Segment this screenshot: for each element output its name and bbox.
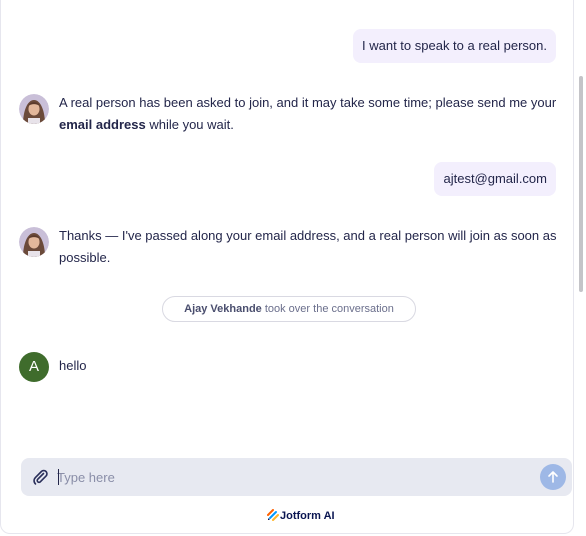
send-button[interactable] <box>540 464 566 490</box>
arrow-up-icon <box>548 471 558 483</box>
agent-message: hello <box>59 355 569 377</box>
scrollbar[interactable] <box>576 0 586 536</box>
bot-message: A real person has been asked to join, an… <box>59 92 569 136</box>
user-message-bubble: I want to speak to a real person. <box>353 29 556 63</box>
bot-message: Thanks — I've passed along your email ad… <box>59 225 569 269</box>
jotform-logo <box>267 509 279 521</box>
message-composer <box>21 458 572 496</box>
bot-message-text: Thanks — I've passed along your email ad… <box>59 228 557 265</box>
bot-message-text-end: while you wait. <box>145 117 234 132</box>
bot-avatar-photo <box>19 227 49 257</box>
paperclip-icon[interactable] <box>31 468 49 486</box>
user-message-text: I want to speak to a real person. <box>362 38 547 53</box>
bot-message-bold-text: email address <box>59 117 146 132</box>
user-message-bubble: ajtest@gmail.com <box>434 162 556 196</box>
bot-message-text: A real person has been asked to join, an… <box>59 95 557 110</box>
agent-message-text: hello <box>59 358 87 373</box>
agent-avatar: A <box>19 352 49 382</box>
agent-name: Ajay Vekhande <box>184 303 262 315</box>
bot-avatar <box>19 94 49 124</box>
bot-avatar <box>19 227 49 257</box>
message-input[interactable] <box>57 464 527 490</box>
bot-avatar-photo <box>19 94 49 124</box>
text-caret <box>58 469 59 485</box>
takeover-text: took over the conversation <box>261 303 394 315</box>
jotform-ai-branding[interactable]: Jotform AI <box>267 508 335 524</box>
scrollbar-thumb[interactable] <box>579 76 583 292</box>
brand-name: Jotform AI <box>280 510 335 522</box>
chat-window: I want to speak to a real person. A real… <box>0 0 574 534</box>
agent-takeover-notice: Ajay Vekhande took over the conversation <box>162 296 416 322</box>
user-message-text: ajtest@gmail.com <box>443 171 547 186</box>
